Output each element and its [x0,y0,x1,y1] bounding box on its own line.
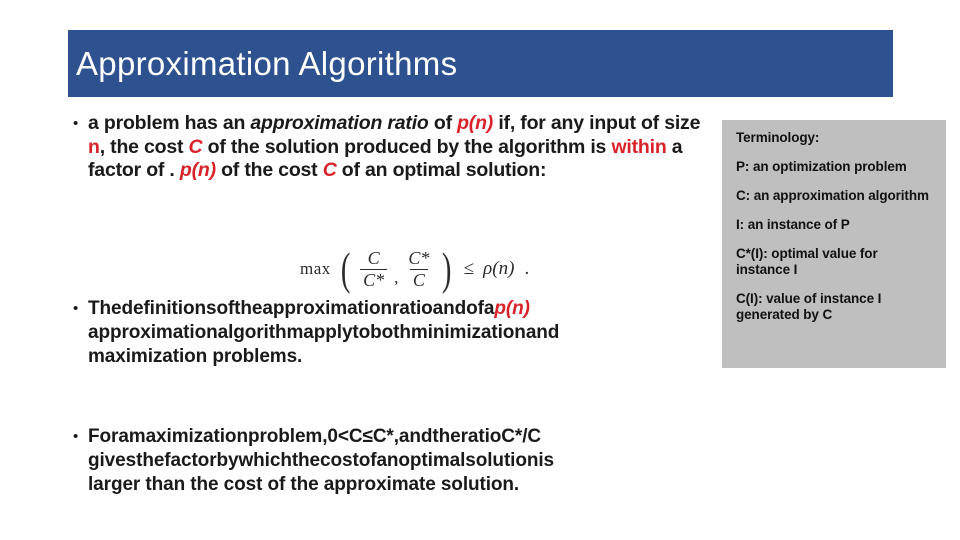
terminology-item-c: C: an approximation algorithm [736,188,929,203]
justified-word: factor [164,449,217,471]
justified-word: For [88,425,119,447]
formula-period: . [524,258,530,280]
justified-word: ratio [460,425,502,447]
page-title: Approximation Algorithms [76,44,458,82]
terminology-item-p: P: an optimization problem [736,159,907,174]
b1-l3-d: of an optimal solution: [336,159,547,181]
justified-word: cost [320,449,359,471]
approximation-ratio-formula: max ( C C* , C* C ) ≤ ρ(n) . [300,242,530,294]
bullet-item-2: • Thedefinitionsoftheapproximationratioa… [68,297,718,369]
b1-l1-a: a problem has an [88,112,251,134]
b1-line-1: a problem has an approximation ratio of … [88,112,636,134]
justified-word: C*, [372,425,399,447]
terminology-item-c-i: C(I): value of instance I generated by C [736,291,882,322]
justified-word: the [136,449,165,471]
formula-rho-term: ρ(n) [483,258,515,280]
formula-comma: , [394,268,399,288]
justified-word: a [483,297,495,319]
justified-word: C [348,425,363,447]
justified-word: definitions [121,297,217,319]
justified-word: < [337,425,349,447]
formula-frac1-denominator: C* [360,268,388,291]
slide-title-bar: Approximation Algorithms [68,30,893,97]
b1-l1-red: p(n) [457,112,494,134]
justified-word-highlight: p(n) [494,297,530,319]
justified-word: ratio [391,297,433,319]
b1-l3-var: C [322,159,337,181]
justified-word: 0 [327,425,338,447]
justified-word: by [216,449,239,471]
justified-word: and [398,425,433,447]
bullet-text-2: Thedefinitionsoftheapproximationratioand… [88,297,718,369]
justified-word: The [88,297,122,319]
formula-frac2-numerator: C* [408,248,430,268]
terminology-panel: Terminology: P: an optimization problem … [722,120,946,368]
b1-l2-a: of size [640,112,701,134]
justified-word: an [376,449,399,471]
formula-max-operator: max [300,259,331,279]
bullet-marker: • [73,115,79,132]
justified-word: of [216,297,235,319]
b3-line-2: givesthefactorbywhichthecostofanoptimals… [88,449,718,473]
b1-l1-c: if, for any input [493,112,636,134]
justified-word: approximation [88,321,218,343]
bullet-marker: • [73,299,79,317]
justified-word: the [291,449,321,471]
justified-word: apply [303,321,353,343]
formula-fraction-1: C C* [360,248,388,291]
slide-body: • a problem has an approximation ratio o… [68,112,718,497]
formula-fraction-2: C* C [405,248,432,290]
b1-l3-red2: p(n) [179,159,216,181]
b2-line-3: maximization problems. [88,345,303,367]
justified-word: both [370,321,411,343]
terminology-heading: Terminology: [736,130,820,145]
justified-word: solution [465,449,539,471]
justified-word: a [118,425,129,447]
b1-l2-var: C [188,135,203,158]
justified-word: gives [88,449,137,471]
b1-l2-red: n [88,135,100,158]
bullet-text-3: Foramaximizationproblem,0<C≤C*,andtherat… [88,425,718,497]
b3-line-1: Foramaximizationproblem,0<C≤C*,andtherat… [88,425,718,449]
b2-line-2: approximationalgorithmapplytobothminimiz… [88,321,718,345]
b1-l1-b: of [428,112,458,134]
justified-word: algorithm [217,321,304,343]
justified-word: which [238,449,292,471]
justified-word: and [432,297,467,319]
terminology-item-i: I: an instance of P [736,217,850,232]
justified-word: and [525,321,560,343]
b2-line-1: Thedefinitionsoftheapproximationratioand… [88,297,718,321]
terminology-item-c-star-i: C*(I): optimal value for instance I [736,246,878,277]
b1-l2-c: of the solution produced by the algorith… [202,135,586,158]
justified-word: is [538,449,555,471]
b1-l3-red: within [611,135,667,158]
justified-word: maximization [128,425,248,447]
b1-l2-b: , the cost [99,135,189,158]
bullet-item-1: • a problem has an approximation ratio o… [68,112,718,183]
justified-word: of [358,449,377,471]
b1-l1-emphasis: approximation ratio [250,112,429,134]
justified-word: problem, [247,425,328,447]
justified-word: to [352,321,371,343]
b1-l3-a: is [590,135,612,158]
justified-word: of [466,297,484,319]
formula-right-paren: ) [442,242,452,294]
bullet-text-1: a problem has an approximation ratio of … [88,112,718,183]
bullet-item-3: • Foramaximizationproblem,0<C≤C*,andther… [68,425,718,497]
justified-word: minimization [410,321,526,343]
b1-l3-c: of the cost [215,159,323,181]
formula-frac2-denominator: C [409,268,428,291]
justified-word: approximation [262,297,392,319]
justified-word: C*/C [501,425,542,447]
formula-frac1-numerator: C [367,248,380,268]
justified-word: optimal [398,449,466,471]
formula-relation-operator: ≤ [463,258,475,280]
bullet-marker: • [73,427,79,445]
justified-word: the [432,425,461,447]
justified-word: ≤ [362,425,373,447]
justified-word: the [234,297,263,319]
b3-line-3: larger than the cost of the approximate … [88,473,520,495]
formula-left-paren: ( [340,242,351,294]
